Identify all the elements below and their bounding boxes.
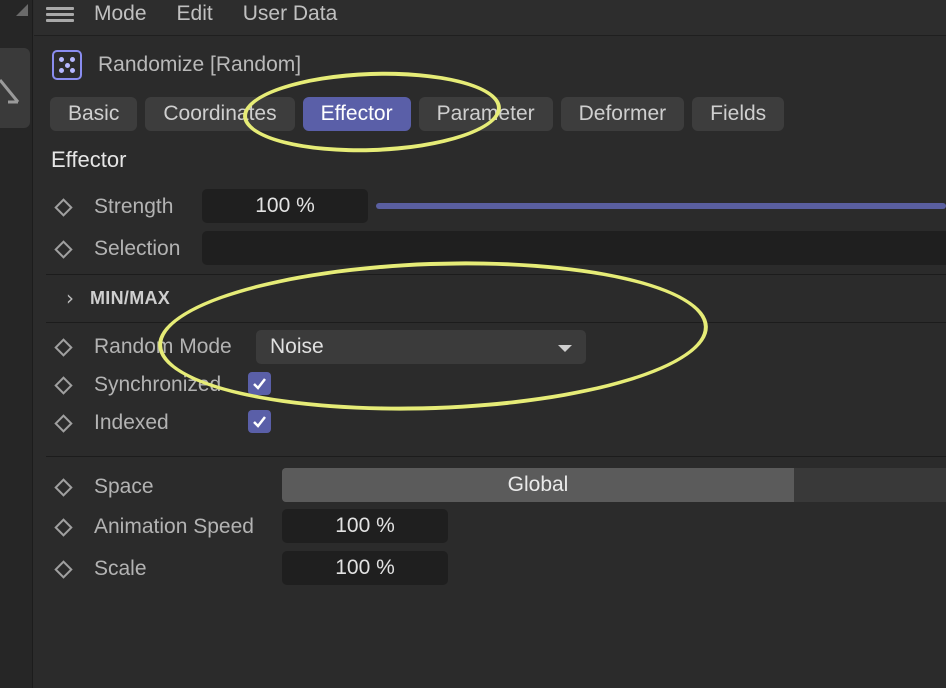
tab-fields[interactable]: Fields: [692, 97, 785, 131]
menu-bar: Mode Edit User Data: [34, 0, 946, 36]
menu-edit[interactable]: Edit: [177, 2, 213, 26]
checkmark-icon: [253, 416, 266, 428]
tab-bar: Basic Coordinates Effector Parameter Def…: [50, 97, 792, 131]
scale-field[interactable]: 100 %: [282, 551, 448, 585]
minmax-group-header[interactable]: › MIN/MAX: [66, 286, 170, 310]
keyframe-diamond-icon[interactable]: [54, 559, 73, 579]
random-mode-value: Noise: [270, 335, 324, 358]
menu-user-data[interactable]: User Data: [243, 2, 338, 26]
divider: [46, 456, 946, 457]
indexed-label: Indexed: [94, 411, 169, 434]
keyframe-diamond-icon[interactable]: [54, 413, 73, 433]
divider: [46, 322, 946, 323]
corner-triangle-icon: [16, 4, 28, 16]
indexed-row: Indexed: [52, 411, 169, 435]
space-row: Space: [52, 475, 154, 499]
left-toolbar: [0, 0, 33, 688]
tab-parameter[interactable]: Parameter: [418, 97, 553, 131]
keyframe-diamond-icon[interactable]: [54, 477, 73, 497]
keyframe-diamond-icon[interactable]: [54, 375, 73, 395]
dice-icon: [52, 50, 82, 80]
object-title: Randomize [Random]: [52, 50, 301, 80]
scale-row: Scale: [52, 557, 147, 581]
synchronized-row: Synchronized: [52, 373, 221, 397]
random-mode-dropdown[interactable]: Noise: [256, 330, 586, 364]
synchronized-label: Synchronized: [94, 373, 222, 396]
indexed-checkbox[interactable]: [248, 410, 271, 433]
scale-label: Scale: [94, 557, 147, 580]
strength-field[interactable]: 100 %: [202, 189, 368, 223]
keyframe-diamond-icon[interactable]: [54, 337, 73, 357]
random-mode-row: Random Mode: [52, 335, 232, 359]
minmax-label: MIN/MAX: [90, 287, 171, 308]
space-option-global[interactable]: Global: [282, 468, 794, 502]
keyframe-diamond-icon[interactable]: [54, 517, 73, 537]
object-name: Randomize [Random]: [98, 53, 302, 76]
selection-label: Selection: [94, 237, 181, 260]
selection-field[interactable]: [202, 231, 946, 265]
animation-speed-field[interactable]: 100 %: [282, 509, 448, 543]
space-label: Space: [94, 475, 154, 498]
chevron-right-icon: ›: [66, 286, 74, 310]
tab-coordinates[interactable]: Coordinates: [145, 97, 295, 131]
animation-speed-label: Animation Speed: [94, 515, 254, 538]
hamburger-icon[interactable]: [46, 4, 74, 24]
strength-slider[interactable]: [376, 203, 946, 209]
keyframe-diamond-icon[interactable]: [54, 239, 73, 259]
strength-label: Strength: [94, 195, 174, 218]
divider: [46, 274, 946, 275]
animation-speed-row: Animation Speed: [52, 515, 254, 539]
keyframe-diamond-icon[interactable]: [54, 197, 73, 217]
tab-deformer[interactable]: Deformer: [560, 97, 685, 131]
tab-effector[interactable]: Effector: [302, 97, 411, 131]
tab-basic[interactable]: Basic: [50, 97, 138, 131]
selection-row: Selection: [52, 237, 180, 261]
caret-down-icon: [558, 345, 572, 352]
arrow-icon: [0, 79, 20, 104]
section-heading: Effector: [51, 147, 127, 172]
checkmark-icon: [253, 378, 266, 390]
strength-row: Strength: [52, 195, 173, 219]
tool-button[interactable]: [0, 48, 30, 128]
attribute-manager: Mode Edit User Data Randomize [Random] B…: [0, 0, 946, 688]
space-selector[interactable]: Global: [282, 468, 946, 502]
menu-mode[interactable]: Mode: [94, 2, 147, 26]
synchronized-checkbox[interactable]: [248, 372, 271, 395]
random-mode-label: Random Mode: [94, 335, 232, 358]
